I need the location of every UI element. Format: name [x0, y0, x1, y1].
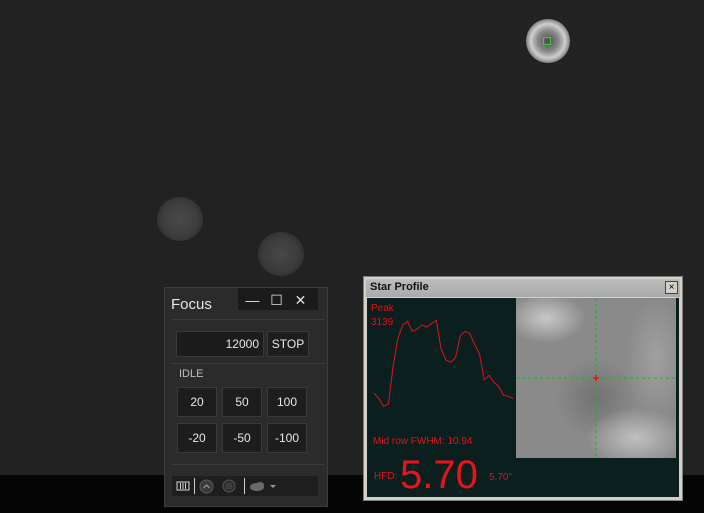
toolbar-divider [194, 478, 195, 494]
maximize-icon[interactable]: ☐ [266, 290, 287, 310]
star-profile-titlebar[interactable]: Star Profile × [366, 279, 680, 297]
step-in-50-button[interactable]: 50 [222, 387, 262, 417]
step-in-100-button[interactable]: 100 [267, 387, 307, 417]
close-icon[interactable]: × [665, 281, 678, 294]
step-out-20-button[interactable]: -20 [177, 423, 217, 453]
hfd-value: 5.70 [400, 453, 478, 497]
cloud-dropdown-icon[interactable] [249, 480, 279, 492]
toolbar-divider [244, 478, 245, 494]
frames-icon[interactable] [176, 479, 190, 493]
defocused-star [258, 232, 304, 276]
window-controls: — ☐ ✕ [238, 288, 318, 310]
star-profile-window: Star Profile × Peak 3139 Mid row FWHM: 1… [363, 276, 683, 501]
focuser-status: IDLE [179, 368, 204, 380]
user-icon[interactable] [222, 479, 236, 493]
focuser-position-field[interactable]: 12000 [176, 331, 264, 357]
minimize-icon[interactable]: — [242, 290, 263, 310]
profile-curve [373, 319, 514, 407]
hfd-label: HFD: [374, 471, 398, 482]
divider [171, 464, 325, 465]
chevron-up-icon[interactable] [199, 479, 214, 494]
step-out-100-button[interactable]: -100 [267, 423, 307, 453]
stop-button[interactable]: STOP [267, 331, 309, 357]
profile-plot [373, 319, 514, 407]
star-lock-marker [543, 37, 551, 45]
focus-panel: Focus — ☐ ✕ 12000 STOP IDLE 20 50 100 -2… [164, 287, 328, 507]
focus-toolbar [172, 476, 318, 496]
crosshair-icon [516, 298, 676, 458]
divider [171, 319, 325, 320]
star-profile-title: Star Profile [370, 281, 429, 293]
star-profile-body: Peak 3139 Mid row FWHM: 10.94 HFD: 5.70 … [367, 298, 679, 497]
hfd-arcsec: 5.70" [489, 472, 513, 483]
fwhm-readout: Mid row FWHM: 10.94 [373, 436, 473, 447]
star-thumbnail [516, 298, 676, 458]
step-in-20-button[interactable]: 20 [177, 387, 217, 417]
defocused-star [157, 197, 203, 241]
step-out-50-button[interactable]: -50 [222, 423, 262, 453]
focus-panel-title: Focus [171, 296, 212, 313]
divider [171, 363, 325, 364]
close-icon[interactable]: ✕ [290, 290, 311, 310]
